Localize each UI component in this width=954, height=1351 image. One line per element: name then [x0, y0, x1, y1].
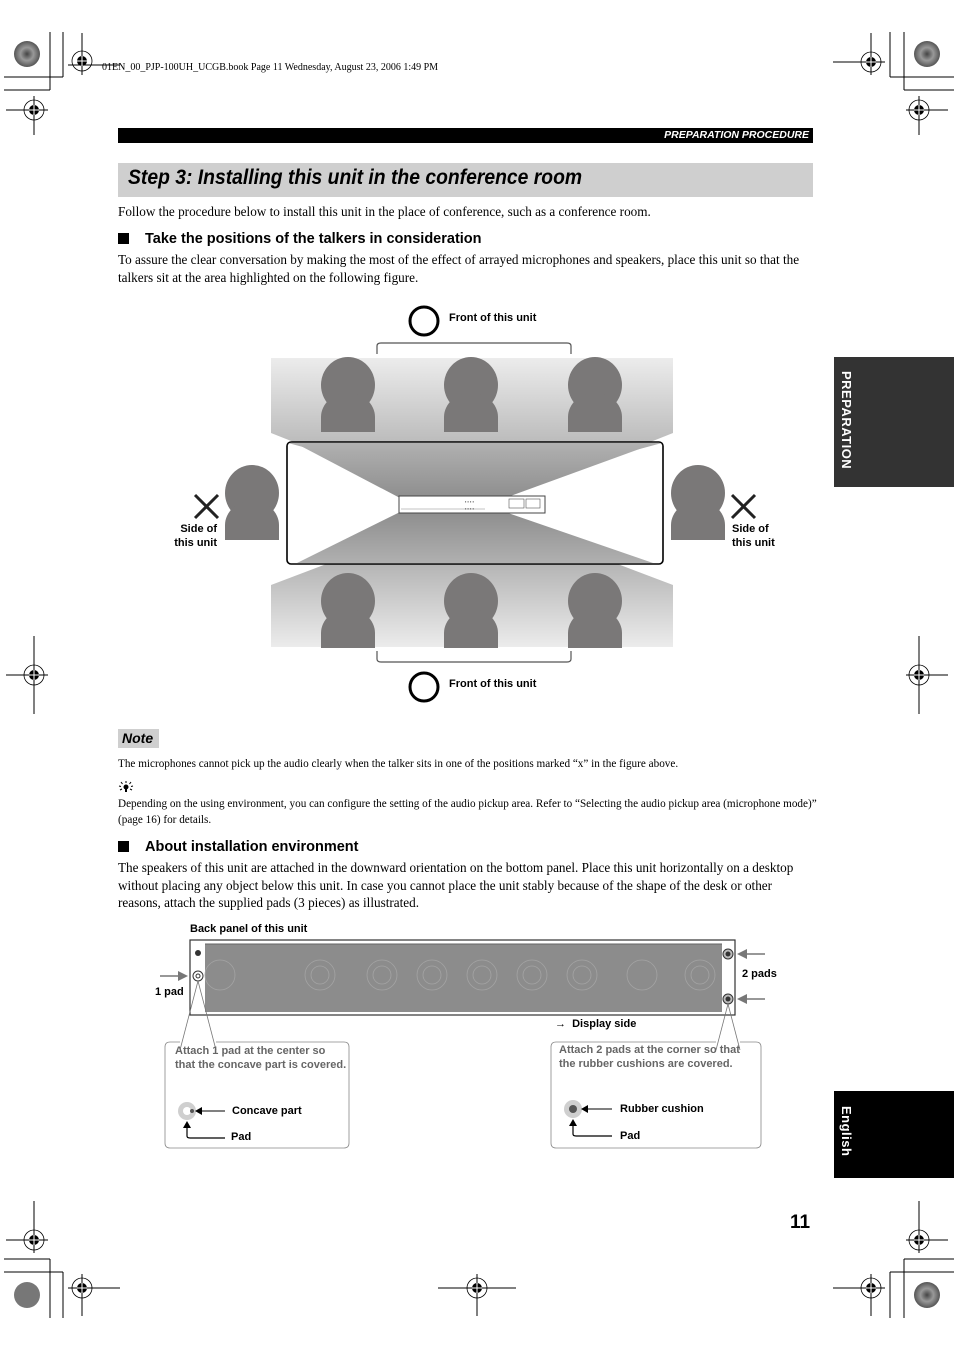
- rubber-cushion-label: Rubber cushion: [620, 1103, 704, 1115]
- pad-label-right: Pad: [620, 1130, 641, 1142]
- talkers-paragraph: To assure the clear conversation by maki…: [118, 252, 800, 285]
- side-tab-preparation: PREPARATION: [834, 357, 954, 487]
- page-number: 11: [790, 1212, 811, 1233]
- page-title: Step 3: Installing this unit in the conf…: [128, 166, 583, 189]
- talker-bottom-1: [321, 573, 375, 648]
- ok-circle-icon: [408, 671, 440, 703]
- side-label-left: Side of this unit: [174, 523, 217, 549]
- callout-right-text: Attach 2 pads at the corner so that the …: [559, 1044, 740, 1070]
- note-text: The microphones cannot pick up the audio…: [118, 758, 679, 770]
- page-title-bar: Step 3: Installing this unit in the conf…: [118, 163, 813, 197]
- side-tab-preparation-label: PREPARATION: [839, 371, 854, 470]
- talker-side-right: [671, 465, 725, 540]
- bullet-square-icon: [118, 841, 129, 852]
- callout-left-text: Attach 1 pad at the center so that the c…: [175, 1045, 347, 1071]
- talker-bottom-2: [444, 573, 498, 648]
- intro-paragraph: Follow the procedure below to install th…: [118, 204, 651, 219]
- front-label-top: Front of this unit: [449, 312, 537, 324]
- two-pads-label: 2 pads: [742, 968, 777, 980]
- seating-figure: ▪ ▪ ▪ ▪ ▪ ▪ ▪ ▪: [193, 305, 757, 703]
- ng-x-icon-left: [193, 493, 220, 520]
- section-header-label: PREPARATION PROCEDURE: [664, 129, 809, 141]
- talker-top-2: [444, 357, 498, 432]
- environment-paragraph: The speakers of this unit are attached i…: [118, 860, 794, 910]
- section-heading-text: About installation environment: [145, 839, 359, 855]
- ng-x-icon-right: [730, 493, 757, 520]
- color-target-icon: [914, 41, 940, 67]
- lightbulb-icon: [118, 781, 134, 792]
- svg-text:▪ ▪ ▪ ▪: ▪ ▪ ▪ ▪: [465, 499, 475, 504]
- note-label-box: Note: [118, 729, 159, 748]
- display-side-label: → Display side: [555, 1018, 637, 1030]
- section-heading-talkers: Take the positions of the talkers in con…: [118, 231, 482, 247]
- bottom-bracket: [376, 651, 572, 663]
- side-tab-language: English: [834, 1091, 954, 1178]
- concave-part-label: Concave part: [232, 1105, 302, 1117]
- tip-text: Depending on the using environment, you …: [118, 798, 817, 826]
- talker-bottom-3: [568, 573, 622, 648]
- unit-front-panel: ▪ ▪ ▪ ▪ ▪ ▪ ▪ ▪: [398, 495, 546, 514]
- section-heading-text: Take the positions of the talkers in con…: [145, 231, 482, 247]
- section-heading-environment: About installation environment: [118, 839, 358, 855]
- one-pad-label: 1 pad: [155, 986, 184, 998]
- concave-pad-spot: [192, 970, 204, 982]
- ok-circle-icon: [408, 305, 440, 337]
- talker-side-left: [225, 465, 279, 540]
- color-target-icon: [14, 1282, 40, 1308]
- note-label: Note: [122, 730, 154, 746]
- back-panel-label: Back panel of this unit: [190, 923, 308, 935]
- color-target-icon: [914, 1282, 940, 1308]
- talker-top-1: [321, 357, 375, 432]
- book-file-line: 01EN_00_PJP-100UH_UCGB.book Page 11 Wedn…: [102, 62, 439, 73]
- top-bracket: [376, 342, 572, 354]
- side-label-right: Side of this unit: [732, 523, 775, 549]
- talker-top-3: [568, 357, 622, 432]
- pad-label-left: Pad: [231, 1131, 252, 1143]
- bullet-square-icon: [118, 233, 129, 244]
- color-target-icon: [14, 41, 40, 67]
- section-header-bar: PREPARATION PROCEDURE: [118, 128, 813, 143]
- front-label-bottom: Front of this unit: [449, 678, 537, 690]
- side-tab-language-label: English: [839, 1106, 854, 1157]
- svg-text:▪ ▪ ▪ ▪: ▪ ▪ ▪ ▪: [465, 506, 475, 511]
